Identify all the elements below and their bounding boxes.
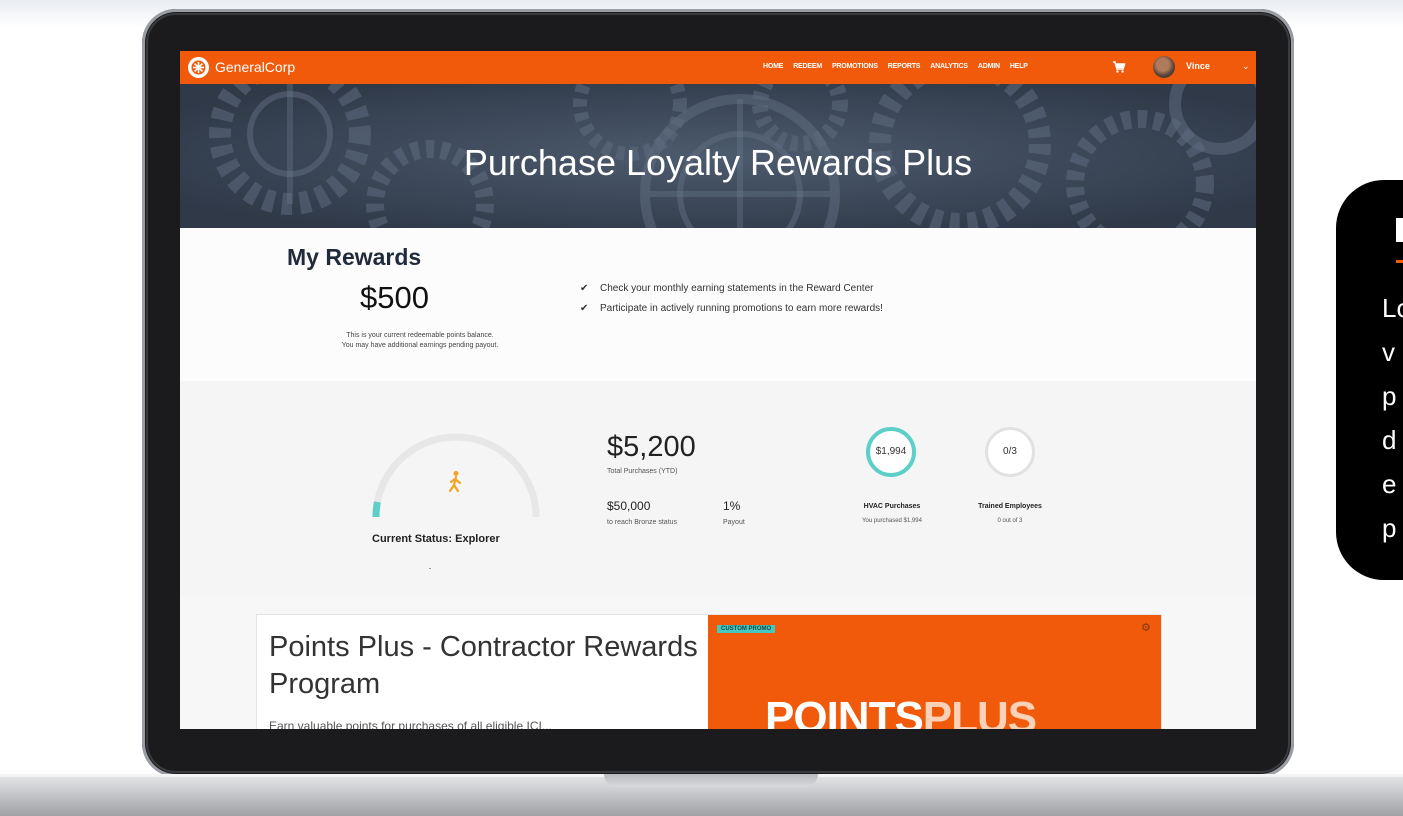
rewards-balance: $500 (360, 280, 429, 315)
divider-dot (429, 568, 431, 569)
side-callout-panel: Lo v p d e p (1336, 180, 1403, 580)
trained-employees-circle: 0/3 (985, 427, 1035, 477)
gear-icon[interactable]: ⚙ (1141, 621, 1151, 634)
custom-promo-badge: CUSTOM PROMO (717, 625, 776, 633)
page-title: Purchase Loyalty Rewards Plus (463, 142, 973, 183)
brand-name[interactable]: GeneralCorp (215, 59, 295, 75)
main-menu: HOME REDEEM PROMOTIONS REPORTS ANALYTICS… (763, 63, 1028, 70)
user-name[interactable]: Vince (1186, 61, 1210, 71)
user-avatar[interactable] (1153, 56, 1175, 78)
pointsplus-logo-plus: PLUS (922, 693, 1037, 729)
bronze-target-label: to reach Bronze status (607, 519, 678, 526)
balance-note: This is your current redeemable points b… (300, 331, 540, 351)
top-navbar: GeneralCorp HOME REDEEM PROMOTIONS REPOR… (180, 51, 1256, 84)
nav-redeem[interactable]: REDEEM (793, 63, 822, 70)
balance-note-line: This is your current redeemable points b… (346, 332, 494, 339)
nav-help[interactable]: HELP (1010, 63, 1028, 70)
callout-line: d (1382, 425, 1397, 455)
payout-label: Payout (723, 519, 745, 526)
promo-card[interactable]: Points Plus - Contractor Rewards Program… (256, 614, 1162, 729)
cart-icon[interactable] (1112, 60, 1126, 79)
laptop-screen: GeneralCorp HOME REDEEM PROMOTIONS REPOR… (180, 51, 1256, 729)
hvac-purchases-value: $1,994 (875, 446, 907, 457)
tip-text[interactable]: Check your monthly earning statements in… (600, 283, 873, 294)
hvac-purchases-sub: You purchased $1,994 (862, 518, 922, 524)
pointsplus-logo-points: POINTS (765, 693, 924, 729)
payout-value: 1% (723, 499, 741, 513)
current-status: Current Status: Explorer (372, 533, 500, 545)
trained-employees-label: Trained Employees (978, 503, 1042, 510)
explorer-walking-icon (448, 471, 462, 493)
laptop-notch (604, 774, 818, 787)
promo-description: Earn valuable points for purchases of al… (269, 719, 552, 729)
checkmark-icon: ✔ (580, 283, 589, 294)
tip-text[interactable]: Participate in actively running promotio… (600, 303, 883, 314)
checkmark-icon: ✔ (580, 303, 589, 314)
promo-title[interactable]: Points Plus - Contractor Rewards Program (269, 629, 699, 703)
chevron-down-icon[interactable]: ⌄ (1242, 61, 1250, 72)
hvac-purchases-label: HVAC Purchases (863, 503, 921, 510)
total-purchases-label: Total Purchases (YTD) (607, 468, 678, 475)
nav-admin[interactable]: ADMIN (978, 63, 1000, 70)
callout-line: v (1382, 337, 1395, 367)
nav-analytics[interactable]: ANALYTICS (930, 63, 968, 70)
callout-text: Lo v p d e p (1382, 286, 1403, 550)
nav-home[interactable]: HOME (763, 63, 783, 70)
tip-item: ✔ Check your monthly earning statements i… (580, 283, 883, 294)
trained-employees-sub: 0 out of 3 (997, 518, 1023, 524)
status-gauge (372, 433, 540, 518)
callout-line: e (1382, 469, 1397, 499)
callout-underline (1396, 260, 1403, 263)
callout-line: p (1382, 513, 1397, 543)
total-purchases-value: $5,200 (607, 431, 696, 463)
hero-banner: Purchase Loyalty Rewards Plus (180, 84, 1256, 228)
status-stats: Current Status: Explorer $5,200 Total Pu… (180, 381, 1256, 595)
nav-promotions[interactable]: PROMOTIONS (832, 63, 878, 70)
callout-line: Lo (1382, 293, 1403, 323)
pointsplus-logo: POINTSPLUS (765, 693, 1037, 729)
status-gauge-fill (372, 501, 381, 518)
callout-heading-block (1396, 218, 1403, 242)
tips-list: ✔ Check your monthly earning statements i… (580, 283, 883, 323)
bronze-target-value: $50,000 (607, 499, 651, 513)
rewards-summary: My Rewards $500 This is your current red… (180, 228, 1256, 381)
callout-line: p (1382, 381, 1397, 411)
nav-reports[interactable]: REPORTS (888, 63, 921, 70)
balance-note-line: You may have additional earnings pending… (341, 342, 499, 349)
promo-banner[interactable]: CUSTOM PROMO ⚙ POINTSPLUS (708, 615, 1161, 729)
brand-logo-icon[interactable] (188, 57, 209, 78)
tip-item: ✔ Participate in actively running promoti… (580, 303, 883, 314)
trained-employees-value: 0/3 (1003, 446, 1017, 457)
rewards-heading: My Rewards (287, 244, 422, 270)
hvac-purchases-circle: $1,994 (866, 427, 916, 477)
